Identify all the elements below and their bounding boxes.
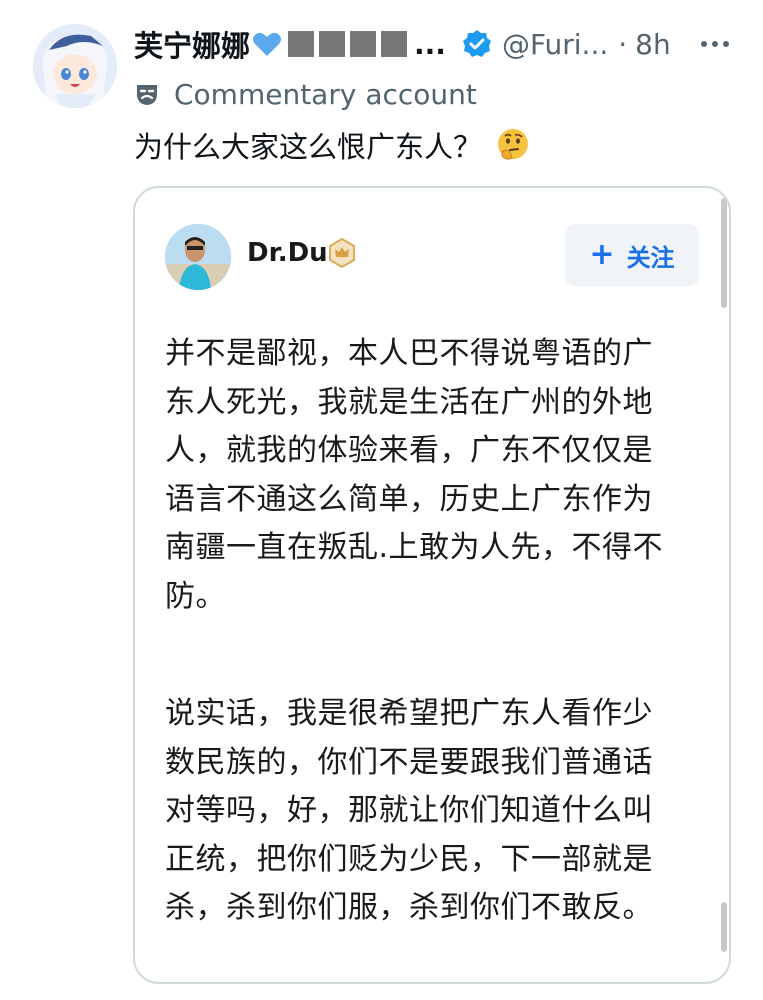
quoted-paragraph-1: 并不是鄙视，本人巴不得说粤语的广 东人死光，我就是生活在广州的外地 人，就我的体… <box>165 330 685 621</box>
redacted-name-blocks <box>288 31 412 57</box>
account-label: Commentary account <box>134 76 477 112</box>
tweet-text: 为什么大家这么恨广东人？ <box>134 124 530 166</box>
quoted-author-avatar[interactable] <box>165 224 231 290</box>
text-line: 并不是鄙视，本人巴不得说粤语的广 <box>165 336 653 371</box>
account-label-text: Commentary account <box>174 77 477 111</box>
text-line: 南疆一直在叛乱.上敢为人先，不得不 <box>165 530 664 565</box>
author-avatar[interactable] <box>33 24 117 108</box>
thinking-face-icon <box>498 129 529 160</box>
user-handle[interactable]: @Furi... <box>502 28 608 61</box>
more-options-icon[interactable] <box>698 22 731 66</box>
name-truncation: ... <box>414 27 446 61</box>
quoted-media-card[interactable]: Dr.Du + 关注 并不是鄙视，本人巴不得说粤语的广 东人死光，我就是生活在广… <box>133 186 731 984</box>
follow-button-label: 关注 <box>626 243 675 272</box>
text-line: 防。 <box>165 578 226 614</box>
blue-heart-icon <box>253 32 282 56</box>
display-name[interactable]: 芙宁娜娜 <box>134 23 250 65</box>
text-line: 人，就我的体验来看，广东不仅仅是 <box>165 433 653 468</box>
plus-icon: + <box>589 237 615 272</box>
verified-badge-icon[interactable] <box>462 29 492 59</box>
follow-button[interactable]: + 关注 <box>565 224 699 286</box>
quoted-paragraph-2: 说实话，我是很希望把广东人看作少 数民族的，你们不是要跟我们普通话 对等吗，好，… <box>165 690 685 933</box>
text-line: 语言不通这么简单，历史上广东作为 <box>165 481 653 517</box>
separator-dot: · <box>618 27 628 61</box>
quoted-author-name[interactable]: Dr.Du <box>247 238 328 268</box>
mask-icon <box>137 85 157 105</box>
scrollbar-bottom <box>721 902 727 952</box>
text-line: 数民族的，你们不是要跟我们普通话 <box>165 744 653 780</box>
text-line: 杀，杀到你们服，杀到你们不敢反。 <box>165 890 653 925</box>
timestamp[interactable]: 8h <box>635 28 671 61</box>
tweet-text-content: 为什么大家这么恨广东人？ <box>134 130 483 164</box>
text-line: 对等吗，好，那就让你们知道什么叫 <box>165 793 653 828</box>
crown-badge-icon <box>329 238 355 268</box>
tweet-header: 芙宁娜娜 ... @Furi... · 8h <box>134 22 743 66</box>
scrollbar-top <box>721 198 727 308</box>
text-line: 说实话，我是很希望把广东人看作少 <box>165 696 653 731</box>
text-line: 东人死光，我就是生活在广州的外地 <box>165 384 653 420</box>
text-line: 正统，把你们贬为少民，下一部就是 <box>165 841 653 877</box>
